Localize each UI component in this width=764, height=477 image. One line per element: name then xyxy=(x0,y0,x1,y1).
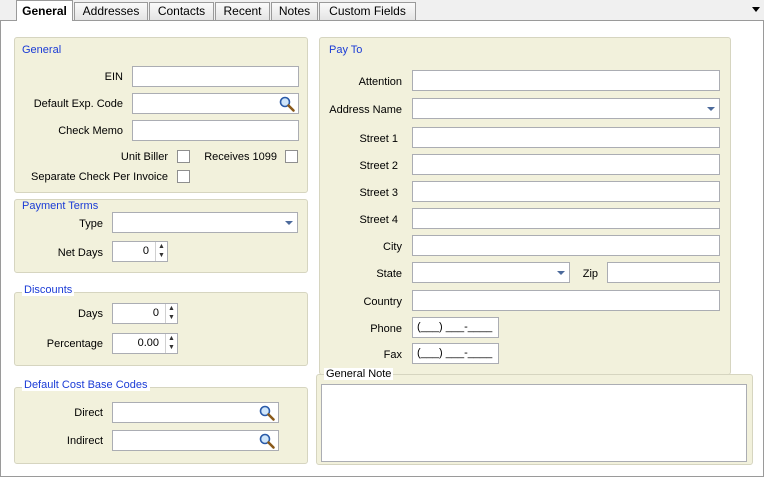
zip-input[interactable] xyxy=(607,262,720,283)
general-note-title: General Note xyxy=(324,368,394,380)
attention-input[interactable] xyxy=(412,70,720,91)
city-input[interactable] xyxy=(412,235,720,256)
pay-to-title: Pay To xyxy=(329,44,363,56)
spin-arrows-icon[interactable]: ▲ ▼ xyxy=(165,334,177,353)
indirect-input[interactable] xyxy=(112,430,279,451)
street1-input[interactable] xyxy=(412,127,720,148)
search-icon[interactable] xyxy=(258,432,276,450)
chevron-down-icon[interactable] xyxy=(557,271,565,275)
ein-label: EIN xyxy=(104,71,123,83)
separate-check-checkbox[interactable] xyxy=(177,170,190,183)
phone-label: Phone xyxy=(370,323,402,335)
unit-biller-checkbox[interactable] xyxy=(177,150,190,163)
discounts-group: Discounts Days 0 ▲ ▼ Percentage 0.00 ▲ ▼ xyxy=(14,284,308,366)
street3-input[interactable] xyxy=(412,181,720,202)
type-label: Type xyxy=(79,218,103,230)
general-note-textarea[interactable] xyxy=(321,384,747,462)
type-dropdown[interactable] xyxy=(112,212,298,233)
tab-overflow-arrow-icon[interactable] xyxy=(752,7,760,12)
search-icon[interactable] xyxy=(278,95,296,113)
percentage-label: Percentage xyxy=(46,338,103,350)
search-icon[interactable] xyxy=(258,404,276,422)
payment-terms-title: Payment Terms xyxy=(22,200,99,212)
tab-recent[interactable]: Recent xyxy=(215,2,270,20)
cost-base-title: Default Cost Base Codes xyxy=(22,379,150,391)
net-days-stepper[interactable]: 0 ▲ ▼ xyxy=(112,241,168,262)
ein-input[interactable] xyxy=(132,66,299,87)
country-input[interactable] xyxy=(412,290,720,311)
receives-1099-checkbox[interactable] xyxy=(285,150,298,163)
street2-label: Street 2 xyxy=(359,160,398,172)
state-dropdown[interactable] xyxy=(412,262,570,283)
unit-biller-label: Unit Biller xyxy=(120,151,168,163)
state-label: State xyxy=(376,268,402,280)
address-name-label: Address Name xyxy=(329,104,402,116)
attention-label: Attention xyxy=(358,76,402,88)
country-label: Country xyxy=(363,296,402,308)
zip-label: Zip xyxy=(582,268,598,280)
check-memo-input[interactable] xyxy=(132,120,299,141)
direct-label: Direct xyxy=(74,407,103,419)
fax-input[interactable]: (___) ___-____ xyxy=(412,343,499,364)
spin-arrows-icon[interactable]: ▲ ▼ xyxy=(155,242,167,261)
receives-1099-label: Receives 1099 xyxy=(204,151,277,163)
chevron-down-icon[interactable] xyxy=(707,107,715,111)
net-days-label: Net Days xyxy=(57,247,103,259)
spin-arrows-icon[interactable]: ▲ ▼ xyxy=(165,304,177,323)
exp-code-label: Default Exp. Code xyxy=(33,98,123,110)
tab-general[interactable]: General xyxy=(16,0,73,21)
city-label: City xyxy=(383,241,402,253)
separate-check-label: Separate Check Per Invoice xyxy=(31,171,168,183)
phone-input[interactable]: (___) ___-____ xyxy=(412,317,499,338)
pay-to-group: Pay To Attention Address Name Street 1 S… xyxy=(319,37,731,375)
days-label: Days xyxy=(77,308,103,320)
direct-input[interactable] xyxy=(112,402,279,423)
tab-notes[interactable]: Notes xyxy=(271,2,318,20)
payment-terms-group: Payment Terms Type Net Days 0 ▲ ▼ xyxy=(14,199,308,273)
check-memo-label: Check Memo xyxy=(58,125,123,137)
fax-label: Fax xyxy=(383,349,402,361)
general-note-group: General Note xyxy=(316,368,753,465)
cost-base-group: Default Cost Base Codes Direct Indirect xyxy=(14,379,308,464)
street1-label: Street 1 xyxy=(359,133,398,145)
street4-input[interactable] xyxy=(412,208,720,229)
discounts-title: Discounts xyxy=(22,284,75,296)
street4-label: Street 4 xyxy=(359,214,398,226)
tab-contacts[interactable]: Contacts xyxy=(149,2,214,20)
days-stepper[interactable]: 0 ▲ ▼ xyxy=(112,303,178,324)
exp-code-input[interactable] xyxy=(132,93,299,114)
street2-input[interactable] xyxy=(412,154,720,175)
tab-custom-fields[interactable]: Custom Fields xyxy=(319,2,416,20)
chevron-down-icon[interactable] xyxy=(285,221,293,225)
street3-label: Street 3 xyxy=(359,187,398,199)
indirect-label: Indirect xyxy=(66,435,103,447)
percentage-stepper[interactable]: 0.00 ▲ ▼ xyxy=(112,333,178,354)
address-name-dropdown[interactable] xyxy=(412,98,720,119)
general-group: General EIN Default Exp. Code Check Memo… xyxy=(14,37,308,193)
tab-content-panel: General EIN Default Exp. Code Check Memo… xyxy=(0,20,764,477)
tab-bar: General Addresses Contacts Recent Notes … xyxy=(0,0,764,21)
tab-addresses[interactable]: Addresses xyxy=(74,2,148,20)
general-group-title: General xyxy=(22,44,62,56)
